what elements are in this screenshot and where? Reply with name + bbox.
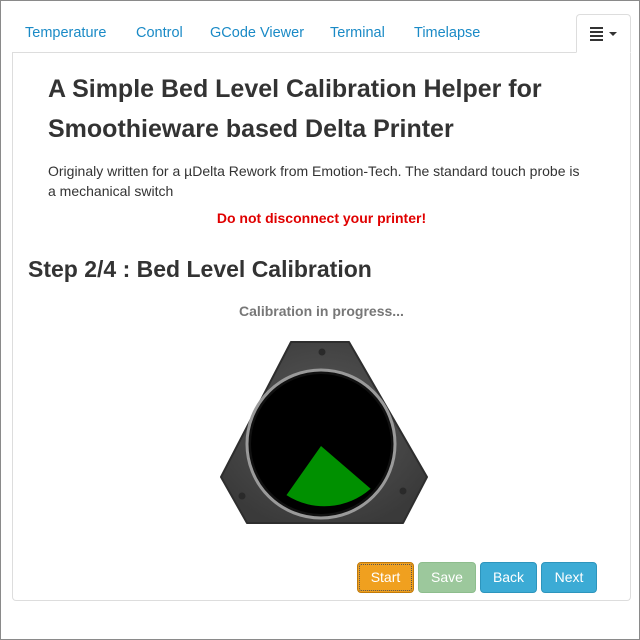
step-title: Step 2/4 : Bed Level Calibration <box>28 256 372 282</box>
progress-status: Calibration in progress... <box>239 303 404 319</box>
mount-hole-right <box>399 487 407 495</box>
tab-menu-dropdown[interactable] <box>576 14 631 53</box>
page-title-line-2: Smoothieware based Delta Printer <box>48 115 454 143</box>
tab-terminal[interactable]: Terminal <box>318 14 397 53</box>
start-button[interactable]: Start <box>357 562 414 593</box>
page-title: A Simple Bed Level Calibration Helper fo… <box>48 69 608 149</box>
description-line-2: a mechanical switch <box>48 183 174 199</box>
mount-hole-left <box>238 492 246 500</box>
description-line-1: Originaly written for a µDelta Rework fr… <box>48 163 580 179</box>
page-title-line-1: A Simple Bed Level Calibration Helper fo… <box>48 75 542 103</box>
back-button[interactable]: Back <box>480 562 537 593</box>
tab-control[interactable]: Control <box>124 14 195 53</box>
tab-gcode-viewer[interactable]: GCode Viewer <box>198 14 316 53</box>
next-button[interactable]: Next <box>541 562 597 593</box>
delta-bed-calibration-graphic <box>220 341 428 524</box>
disconnect-warning: Do not disconnect your printer! <box>216 210 427 226</box>
caret-down-icon <box>609 31 617 36</box>
plugin-frame: Temperature Control GCode Viewer Termina… <box>0 0 640 640</box>
tab-bar: Temperature Control GCode Viewer Termina… <box>12 14 631 53</box>
description: Originaly written for a µDelta Rework fr… <box>48 161 608 201</box>
hamburger-menu-icon <box>590 25 603 43</box>
tab-temperature[interactable]: Temperature <box>13 14 118 53</box>
mount-hole-top <box>318 348 326 356</box>
save-button[interactable]: Save <box>418 562 476 593</box>
tab-timelapse[interactable]: Timelapse <box>402 14 492 53</box>
